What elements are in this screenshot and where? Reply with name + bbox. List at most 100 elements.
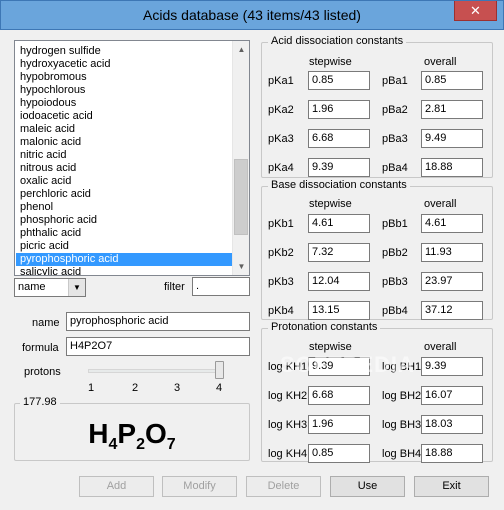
list-scrollbar[interactable]: ▲ ▼ (232, 41, 249, 275)
exit-button[interactable]: Exit (414, 476, 489, 497)
protonation-overall-input[interactable]: 16.07 (421, 386, 483, 405)
list-item[interactable]: pyrophosphoric acid (16, 253, 232, 266)
protons-slider-thumb[interactable] (215, 361, 224, 379)
protonation-stepwise-label: log KH4 (268, 448, 308, 460)
window-title: Acids database (43 items/43 listed) (143, 7, 361, 23)
close-button[interactable]: ✕ (454, 1, 497, 21)
list-item[interactable]: phosphoric acid (16, 214, 232, 227)
base-stepwise-label: pKb4 (268, 305, 294, 317)
modify-button[interactable]: Modify (162, 476, 237, 497)
base-overall-label: pBb3 (382, 276, 408, 288)
protonation-overall-input[interactable]: 9.39 (421, 357, 483, 376)
filter-input[interactable]: . (192, 277, 250, 296)
list-item[interactable]: hypochlorous (16, 84, 232, 97)
list-item[interactable]: maleic acid (16, 123, 232, 136)
acid-stepwise-input[interactable]: 6.68 (308, 129, 370, 148)
list-item[interactable]: picric acid (16, 240, 232, 253)
base-stepwise-input[interactable]: 13.15 (308, 301, 370, 320)
list-item[interactable]: hydroxyacetic acid (16, 58, 232, 71)
protons-tick: 2 (131, 382, 139, 394)
list-item[interactable]: perchloric acid (16, 188, 232, 201)
formula-input[interactable]: H4P2O7 (66, 337, 250, 356)
acid-stepwise-input[interactable]: 9.39 (308, 158, 370, 177)
acid-overall-label: pBa2 (382, 104, 408, 116)
protonation-group-title: Protonation constants (268, 321, 381, 333)
close-icon: ✕ (470, 3, 481, 18)
sort-select[interactable]: name ▼ (14, 278, 86, 297)
list-item[interactable]: nitric acid (16, 149, 232, 162)
acid-group-title: Acid dissociation constants (268, 35, 407, 47)
molar-mass: 177.98 (20, 396, 60, 408)
acid-overall-input[interactable]: 9.49 (421, 129, 483, 148)
acid-stepwise-label: pKa3 (268, 133, 294, 145)
name-input[interactable]: pyrophosphoric acid (66, 312, 250, 331)
list-item[interactable]: phthalic acid (16, 227, 232, 240)
add-button[interactable]: Add (79, 476, 154, 497)
base-stepwise-label: pKb3 (268, 276, 294, 288)
base-overall-head: overall (424, 198, 457, 210)
base-overall-label: pBb4 (382, 305, 408, 317)
protonation-stepwise-label: log KH1 (268, 361, 308, 373)
list-item[interactable]: phenol (16, 201, 232, 214)
list-item[interactable]: hydrogen sulfide (16, 45, 232, 58)
formula-subscript: 2 (136, 436, 146, 453)
base-stepwise-input[interactable]: 4.61 (308, 214, 370, 233)
acid-stepwise-input[interactable]: 0.85 (308, 71, 370, 90)
protonation-stepwise-input[interactable]: 1.96 (308, 415, 370, 434)
protonation-overall-label: log BH2 (382, 390, 422, 402)
protonation-stepwise-label: log KH3 (268, 419, 308, 431)
formula-display: H4P2O7 (14, 418, 250, 461)
protonation-stepwise-input[interactable]: 0.85 (308, 444, 370, 463)
acid-stepwise-label: pKa1 (268, 75, 294, 87)
protonation-overall-label: log BH3 (382, 419, 422, 431)
base-overall-input[interactable]: 4.61 (421, 214, 483, 233)
protonation-stepwise-head: stepwise (309, 341, 352, 353)
protonation-overall-input[interactable]: 18.88 (421, 444, 483, 463)
protonation-stepwise-input[interactable]: 9.39 (308, 357, 370, 376)
list-item[interactable]: salicylic acid (16, 266, 232, 275)
scroll-thumb[interactable] (234, 159, 248, 235)
use-button[interactable]: Use (330, 476, 405, 497)
base-stepwise-head: stepwise (309, 198, 352, 210)
base-overall-input[interactable]: 11.93 (421, 243, 483, 262)
list-item[interactable]: iodoacetic acid (16, 110, 232, 123)
protons-slider-track[interactable] (88, 369, 220, 373)
acid-stepwise-input[interactable]: 1.96 (308, 100, 370, 119)
base-overall-input[interactable]: 23.97 (421, 272, 483, 291)
list-item[interactable]: nitrous acid (16, 162, 232, 175)
list-item[interactable]: malonic acid (16, 136, 232, 149)
protonation-stepwise-input[interactable]: 6.68 (308, 386, 370, 405)
filter-label: filter (164, 281, 185, 293)
protonation-overall-input[interactable]: 18.03 (421, 415, 483, 434)
acid-overall-label: pBa4 (382, 162, 408, 174)
protons-tick: 4 (215, 382, 223, 394)
protonation-overall-label: log BH4 (382, 448, 422, 460)
base-overall-input[interactable]: 37.12 (421, 301, 483, 320)
list-item[interactable]: oxalic acid (16, 175, 232, 188)
acid-overall-input[interactable]: 0.85 (421, 71, 483, 90)
base-stepwise-label: pKb1 (268, 218, 294, 230)
chevron-down-icon[interactable]: ▼ (68, 279, 85, 296)
formula-label: formula (22, 342, 59, 354)
protonation-overall-label: log BH1 (382, 361, 422, 373)
delete-button[interactable]: Delete (246, 476, 321, 497)
window-client: hydrogen sulfide hydroxyacetic acid hypobr… (4, 30, 500, 506)
acids-listbox[interactable]: hydrogen sulfide hydroxyacetic acid hypobr… (14, 40, 250, 276)
name-label: name (32, 317, 60, 329)
scroll-down-icon[interactable]: ▼ (233, 258, 249, 275)
acid-overall-input[interactable]: 2.81 (421, 100, 483, 119)
acid-overall-input[interactable]: 18.88 (421, 158, 483, 177)
formula-element: H (88, 418, 109, 449)
list-item[interactable]: hypobromous (16, 71, 232, 84)
base-stepwise-input[interactable]: 12.04 (308, 272, 370, 291)
formula-element: O (145, 418, 167, 449)
list-item[interactable]: hypoiodous (16, 97, 232, 110)
scroll-up-icon[interactable]: ▲ (233, 41, 249, 58)
formula-element: P (117, 418, 137, 449)
base-overall-label: pBb2 (382, 247, 408, 259)
base-stepwise-input[interactable]: 7.32 (308, 243, 370, 262)
base-overall-label: pBb1 (382, 218, 408, 230)
protons-tick: 3 (173, 382, 181, 394)
acid-stepwise-head: stepwise (309, 56, 352, 68)
protons-label: protons (24, 366, 61, 378)
